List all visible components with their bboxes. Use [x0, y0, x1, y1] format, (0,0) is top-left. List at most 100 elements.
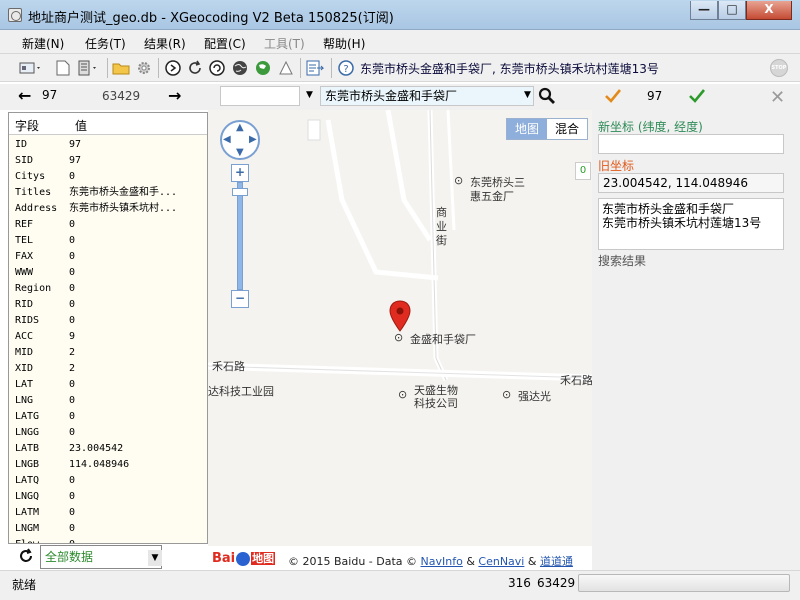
help-icon[interactable]: ? — [337, 59, 355, 77]
prev-arrow-icon[interactable]: ← — [18, 86, 31, 105]
checkmark-orange-icon[interactable] — [604, 88, 622, 107]
address-line-1: 东莞市桥头金盛和手袋厂 — [602, 202, 735, 216]
poi-label-2b[interactable]: 科技公司 — [414, 395, 458, 411]
filter-chevron-icon[interactable]: ▼ — [148, 550, 162, 566]
triangle-icon[interactable] — [277, 59, 295, 77]
grid-row[interactable]: WWW 0 — [9, 265, 207, 281]
marker-label[interactable]: 金盛和手袋厂 — [410, 331, 476, 347]
database-icon[interactable] — [76, 59, 102, 77]
cennavi-link[interactable]: CenNavi — [478, 555, 524, 568]
grid-row-field: ACC — [15, 331, 34, 342]
new-file-icon[interactable] — [54, 59, 72, 77]
close-button[interactable]: X — [746, 1, 792, 20]
grid-row[interactable]: LATQ 0 — [9, 473, 207, 489]
grid-row-field: XID — [15, 363, 34, 374]
header-value: 值 — [75, 119, 88, 133]
grid-row[interactable]: SID 97 — [9, 153, 207, 169]
grid-row-field: Flow — [9, 537, 69, 543]
menu-task[interactable]: 任务(T) — [85, 35, 126, 52]
stop-icon[interactable]: STOP — [770, 59, 788, 77]
poi-dot-2-icon: ⊙ — [398, 388, 408, 401]
grid-row-value: 0 — [69, 219, 76, 230]
header-field: 字段 — [15, 119, 40, 133]
grid-row[interactable]: XID 2 — [9, 361, 207, 377]
checkmark-green-icon[interactable] — [688, 88, 706, 107]
menu-config[interactable]: 配置(C) — [204, 35, 246, 52]
grid-row-field: LNGB — [15, 459, 40, 470]
grid-row[interactable]: TEL 0 — [9, 233, 207, 249]
grid-row[interactable]: LNGQ 0 — [9, 489, 207, 505]
grid-row[interactable]: REF 0 — [9, 217, 207, 233]
id-card-icon[interactable] — [18, 59, 44, 77]
refresh-icon[interactable] — [186, 59, 204, 77]
grid-row[interactable]: LNGM 0 — [9, 521, 207, 537]
undo-icon[interactable] — [208, 59, 226, 77]
maximize-button[interactable]: □ — [718, 1, 746, 20]
grid-row[interactable]: Address 东莞市桥头镇禾坑村... — [9, 201, 207, 217]
clear-icon[interactable]: ✕ — [770, 87, 785, 108]
daodao-link[interactable]: 道道通 — [540, 555, 573, 568]
grid-row[interactable]: Region 0 — [9, 281, 207, 297]
grid-row[interactable]: LNG 0 — [9, 393, 207, 409]
minimize-button[interactable]: — — [690, 1, 718, 20]
grid-row[interactable]: LATG 0 — [9, 409, 207, 425]
poi-label-3[interactable]: 强达光 — [518, 388, 551, 404]
pan-control[interactable]: ▲ ▼ ◀ ▶ — [220, 120, 260, 160]
search-input[interactable]: 东莞市桥头金盛和手袋厂 — [320, 86, 534, 106]
grid-row-value: 0 — [69, 491, 76, 502]
grid-row[interactable]: LNGG 0 — [9, 425, 207, 441]
chevron-down-icon[interactable]: ▼ — [306, 90, 313, 100]
grid-row[interactable]: MID 2 — [9, 345, 207, 361]
map-view[interactable]: ▲ ▼ ◀ ▶ + − 地图 混合 0 ⊙ 东莞桥头三 惠五金厂 商业街 ⊙ 金… — [208, 110, 592, 570]
grid-row-value: 9 — [69, 331, 76, 342]
zoom-slider[interactable] — [237, 182, 243, 290]
zoom-in-button[interactable]: + — [231, 164, 249, 182]
category-select[interactable] — [220, 86, 300, 106]
next-icon[interactable] — [164, 59, 182, 77]
reload-icon[interactable] — [18, 548, 34, 568]
grid-row[interactable]: ID 97 — [9, 137, 207, 153]
traffic-count[interactable]: 0 — [575, 162, 591, 180]
grid-row[interactable]: RID 0 — [9, 297, 207, 313]
grid-row-value: 0 — [69, 235, 76, 246]
folder-open-icon[interactable] — [112, 59, 130, 77]
map-type-map-button[interactable]: 地图 — [507, 119, 547, 139]
zoom-out-button[interactable]: − — [231, 290, 249, 308]
grid-row[interactable]: Citys 0 — [9, 169, 207, 185]
menu-help[interactable]: 帮助(H) — [323, 35, 365, 52]
menu-tools[interactable]: 工具(T) — [264, 35, 305, 52]
grid-row[interactable]: LAT 0 — [9, 377, 207, 393]
old-coord-input[interactable]: 23.004542, 114.048946 — [598, 173, 784, 193]
grid-row-field: MID — [15, 347, 34, 358]
grid-row[interactable]: Titles 东莞市桥头金盛和手... — [9, 185, 207, 201]
grid-row[interactable]: LATB 23.004542 — [9, 441, 207, 457]
park-label[interactable]: 达科技工业园 — [208, 383, 274, 399]
grid-row-field: WWW — [15, 267, 34, 278]
search-dropdown-icon[interactable]: ▼ — [524, 90, 531, 100]
navinfo-link[interactable]: NavInfo — [421, 555, 463, 568]
gear-icon[interactable] — [135, 59, 153, 77]
grid-row-field: Citys — [15, 171, 46, 182]
menu-new[interactable]: 新建(N) — [22, 35, 64, 52]
new-coord-input[interactable] — [598, 134, 784, 154]
poi-label-1b[interactable]: 惠五金厂 — [470, 188, 514, 204]
record-id-input[interactable]: 97 — [38, 86, 98, 106]
zoom-handle[interactable] — [232, 188, 248, 196]
search-icon[interactable] — [538, 87, 556, 108]
address-box[interactable]: 东莞市桥头金盛和手袋厂 东莞市桥头镇禾坑村莲塘13号 — [598, 198, 784, 250]
grid-row[interactable]: Flow0 — [9, 537, 207, 543]
grid-row[interactable]: FAX 0 — [9, 249, 207, 265]
grid-row-value: 2 — [69, 347, 76, 358]
export-icon[interactable] — [306, 59, 324, 77]
next-arrow-icon[interactable]: → — [168, 86, 181, 105]
grid-row-value: 97 — [69, 139, 82, 150]
globe-icon[interactable] — [231, 59, 249, 77]
grid-row[interactable]: ACC 9 — [9, 329, 207, 345]
grid-row[interactable]: LATM 0 — [9, 505, 207, 521]
data-filter-select[interactable]: 全部数据 — [40, 545, 162, 569]
grid-row[interactable]: LNGB 114.048946 — [9, 457, 207, 473]
menu-result[interactable]: 结果(R) — [144, 35, 186, 52]
grid-row[interactable]: RIDS 0 — [9, 313, 207, 329]
map-type-hybrid-button[interactable]: 混合 — [547, 119, 587, 139]
globe-green-icon[interactable] — [254, 59, 272, 77]
